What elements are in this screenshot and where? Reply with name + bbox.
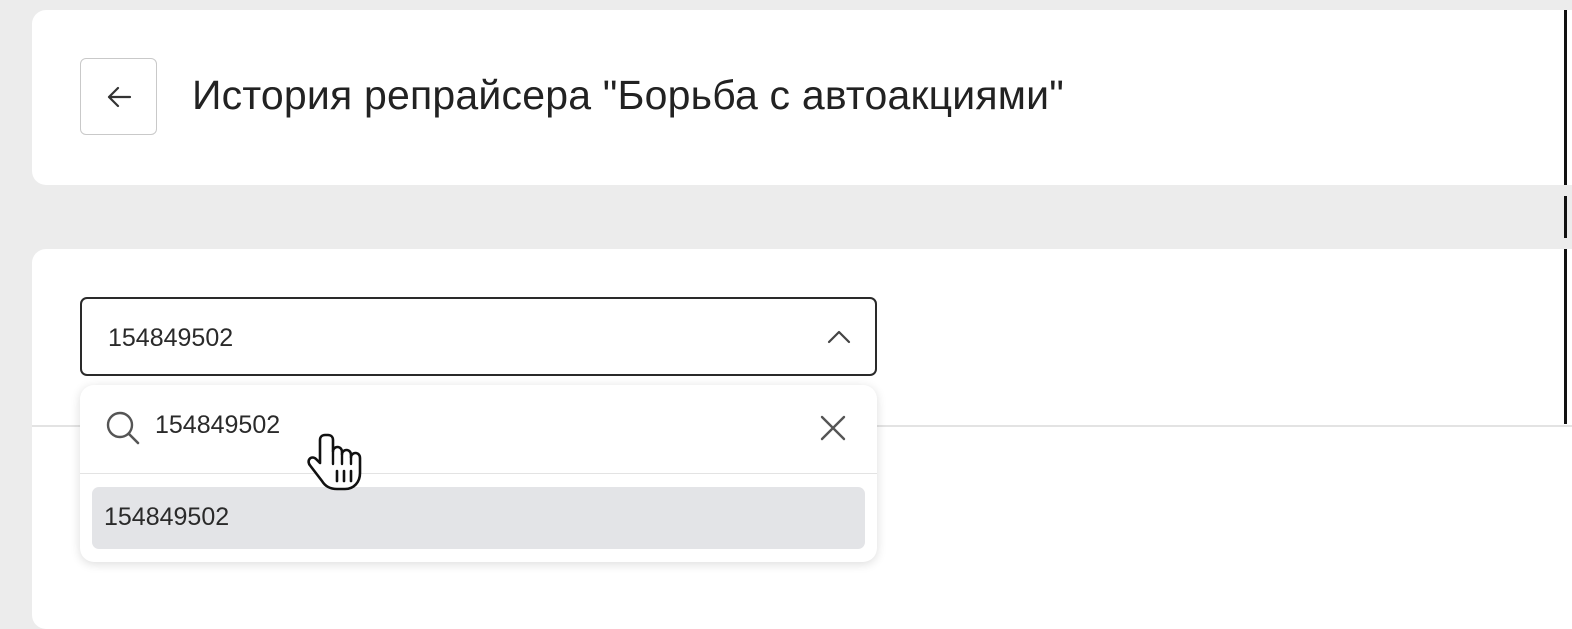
- dropdown-search[interactable]: 154849502: [80, 385, 877, 474]
- dropdown-option[interactable]: 154849502: [92, 487, 865, 549]
- edge-line: [1564, 196, 1567, 238]
- close-icon[interactable]: [817, 412, 849, 444]
- hand-pointer-icon: [307, 433, 362, 491]
- back-button[interactable]: [80, 58, 157, 135]
- edge-line: [1564, 10, 1567, 185]
- arrow-left-icon: [107, 86, 131, 107]
- search-input[interactable]: 154849502: [155, 411, 280, 440]
- chevron-up-icon[interactable]: [825, 323, 853, 351]
- select-value: 154849502: [108, 324, 234, 352]
- select-dropdown: 154849502 154849502: [80, 385, 877, 562]
- search-icon: [106, 411, 140, 445]
- product-select[interactable]: 154849502: [80, 297, 877, 376]
- option-label: 154849502: [104, 503, 230, 531]
- page-title: История репрайсера "Борьба с автоакциями…: [192, 72, 1065, 118]
- header-card: История репрайсера "Борьба с автоакциями…: [32, 10, 1572, 185]
- edge-line: [1564, 249, 1567, 424]
